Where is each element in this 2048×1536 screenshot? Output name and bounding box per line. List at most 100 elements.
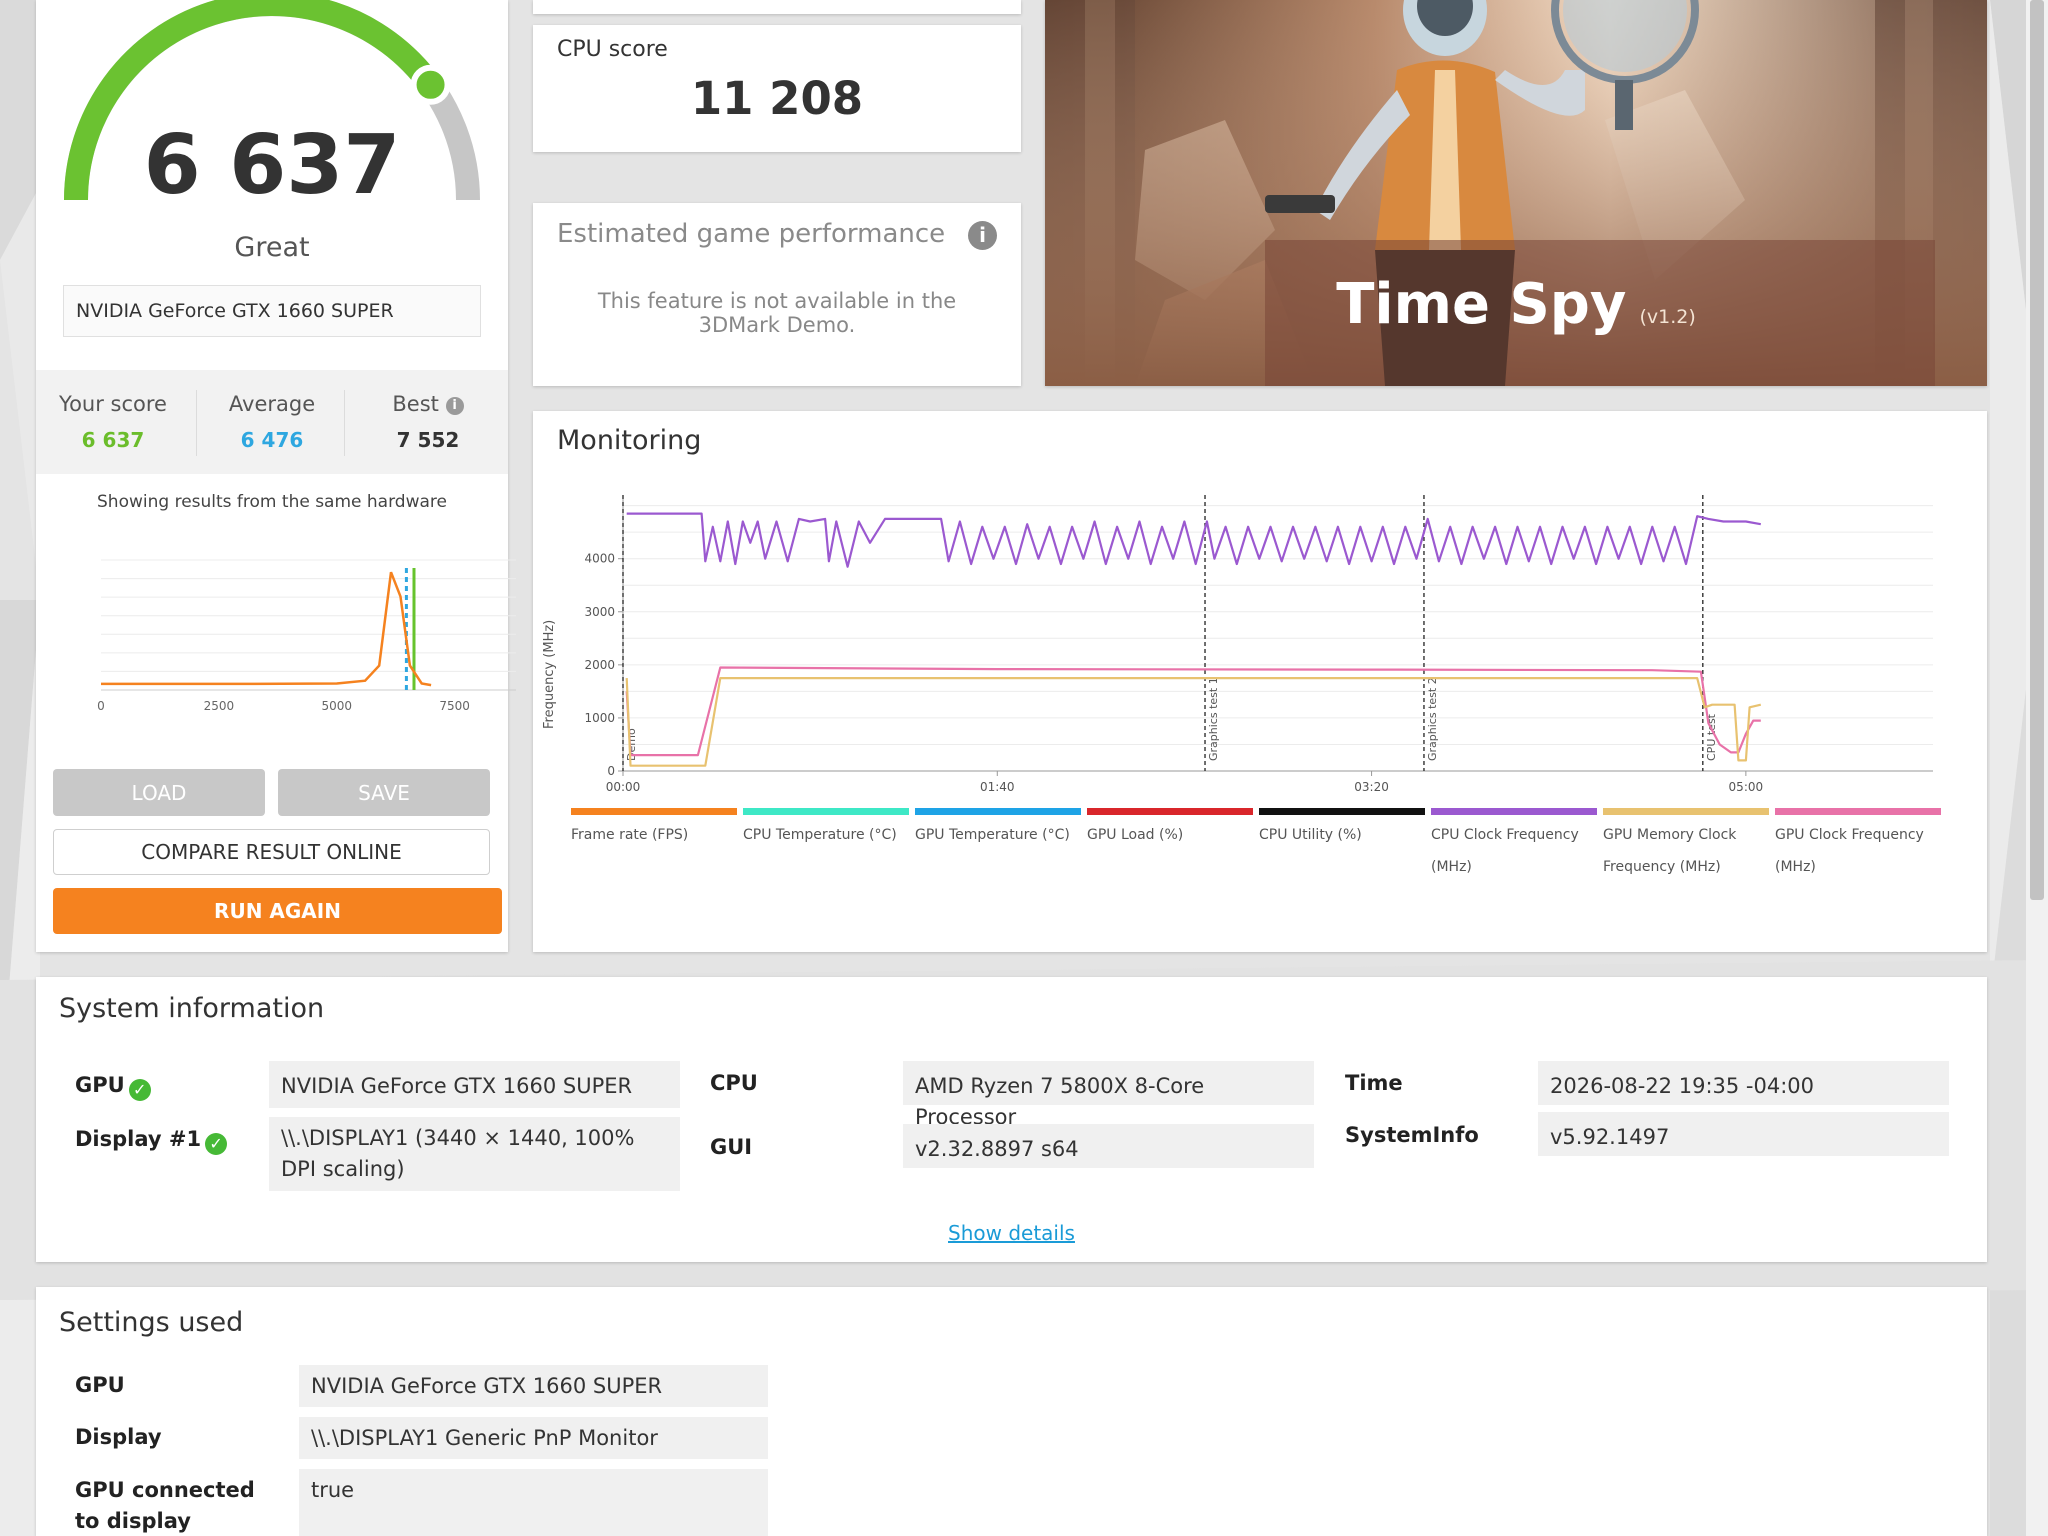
check-icon: ✓	[128, 1079, 151, 1101]
hardware-note: Showing results from the same hardware	[97, 492, 447, 512]
system-information-panel: System information GPU ✓ NVIDIA GeForce G…	[36, 977, 1987, 1262]
section-marker-label: Graphics test 1	[1207, 677, 1220, 761]
cpu-score-label: CPU score	[557, 37, 668, 62]
y-tick-label: 3000	[584, 605, 615, 619]
gauge-marker	[410, 64, 451, 105]
gpu-label-text: GPU	[75, 1073, 125, 1097]
legend-swatch[interactable]	[1775, 808, 1941, 815]
estimated-title: Estimated game performance	[557, 219, 946, 249]
score-panel: 6 637 Great NVIDIA GeForce GTX 1660 SUPE…	[36, 0, 516, 952]
estimated-message: This feature is not available in the 3DM…	[597, 289, 957, 337]
system-info-title: System information	[59, 993, 325, 1024]
estimated-game-performance-panel: Estimated game performance i This featur…	[533, 203, 1021, 386]
settings-display-value: \\.\DISPLAY1 Generic PnP Monitor	[299, 1417, 768, 1459]
cpu-score-value: 11 208	[690, 72, 864, 125]
legend-swatch[interactable]	[571, 808, 737, 815]
x-tick-label: 05:00	[1729, 780, 1764, 794]
x-tick-label: 01:40	[980, 780, 1015, 794]
legend-label[interactable]: GPU Memory Clock Frequency (MHz)	[1603, 819, 1761, 883]
cpu-score-panel: CPU score 11 208	[533, 25, 1021, 152]
legend-swatch[interactable]	[1259, 808, 1425, 815]
monitoring-title: Monitoring	[557, 425, 702, 456]
legend-swatch[interactable]	[1431, 808, 1597, 815]
settings-connected-label: GPU connected to display	[75, 1478, 255, 1533]
save-button[interactable]: SAVE	[278, 769, 490, 816]
info-icon[interactable]: i	[968, 221, 997, 250]
monitoring-legend: Frame rate (FPS) CPU Temperature (°C) GPU …	[571, 808, 1971, 928]
settings-used-panel: Settings used GPU NVIDIA GeForce GTX 166…	[36, 1287, 1987, 1536]
check-icon: ✓	[205, 1133, 228, 1155]
legend-swatch[interactable]	[1087, 808, 1253, 815]
legend-label[interactable]: CPU Utility (%)	[1259, 819, 1417, 851]
x-tick-label: 2500	[204, 699, 235, 713]
sysinfo-gpu-label: GPU ✓	[75, 1073, 151, 1101]
score-value: 6 637	[143, 118, 401, 213]
section-marker-label: Graphics test 2	[1426, 677, 1439, 761]
y-tick-label: 0	[607, 764, 615, 778]
display-label-text: Display #1	[75, 1127, 202, 1151]
score-compare-strip: Your score 6 637 Average 6 476 Best i 7 …	[36, 370, 508, 474]
load-button[interactable]: LOAD	[53, 769, 265, 816]
sysinfo-time-value: 2026-08-22 19:35 -04:00	[1538, 1061, 1949, 1105]
monitoring-chart: 0100020003000400000:00 01:40 03:20 05:00 De…	[584, 495, 1933, 794]
distribution-curve	[101, 571, 432, 687]
sysinfo-time-label: Time	[1345, 1071, 1403, 1095]
settings-title: Settings used	[59, 1307, 244, 1338]
gpu-name-field: NVIDIA GeForce GTX 1660 SUPER	[63, 285, 481, 337]
sysinfo-gpu-value: NVIDIA GeForce GTX 1660 SUPER	[269, 1061, 680, 1108]
y-tick-label: 1000	[584, 711, 615, 725]
monitoring-panel: Monitoring 0 1000 2000 3000 4000 00:00 01:40 03…	[533, 411, 1987, 952]
scrollbar[interactable]	[2026, 0, 2048, 1536]
x-tick-label: 5000	[322, 699, 353, 713]
x-tick-label: 03:20	[1354, 780, 1389, 794]
legend-label[interactable]: CPU Temperature (°C)	[743, 819, 901, 851]
legend-label[interactable]: GPU Clock Frequency (MHz)	[1775, 819, 1933, 883]
score-rating: Great	[234, 232, 310, 263]
hero-version: (v1.2)	[1639, 306, 1696, 328]
sysinfo-gui-value: v2.32.8897 s64	[903, 1124, 1314, 1168]
hero-title: Time Spy	[1336, 272, 1627, 337]
run-again-button[interactable]: RUN AGAIN	[53, 888, 502, 934]
legend-swatch[interactable]	[915, 808, 1081, 815]
legend-swatch[interactable]	[1603, 808, 1769, 815]
best-label: Best	[392, 392, 439, 416]
best-value: 7 552	[396, 428, 460, 452]
legend-label[interactable]: GPU Temperature (°C)	[915, 819, 1073, 851]
hero-title-row: Time Spy (v1.2)	[1045, 272, 1987, 337]
average-label: Average	[228, 392, 316, 416]
x-tick-label: 7500	[439, 699, 470, 713]
x-tick-label: 00:00	[606, 780, 641, 794]
legend-label[interactable]: CPU Clock Frequency (MHz)	[1431, 819, 1589, 883]
monitoring-y-label: Frequency (MHz)	[542, 619, 557, 729]
x-tick-label: 0	[97, 699, 105, 713]
info-icon[interactable]: i	[445, 397, 464, 415]
sysinfo-display-value: \\.\DISPLAY1 (3440 × 1440, 100% DPI scal…	[269, 1117, 680, 1191]
sysinfo-systeminfo-label: SystemInfo	[1345, 1123, 1479, 1147]
previous-panel-edge	[533, 0, 1021, 14]
settings-gpu-value: NVIDIA GeForce GTX 1660 SUPER	[299, 1365, 768, 1407]
sysinfo-gui-label: GUI	[710, 1135, 753, 1159]
legend-label[interactable]: GPU Load (%)	[1087, 819, 1245, 851]
average-value: 6 476	[240, 428, 304, 452]
scrollbar-thumb[interactable]	[2030, 0, 2044, 900]
series-line	[625, 666, 1761, 757]
settings-gpu-label: GPU	[75, 1373, 125, 1397]
best-label-row: Best i	[352, 392, 504, 416]
time-spy-hero: Time Spy (v1.2)	[1045, 0, 1987, 386]
your-score-value: 6 637	[81, 428, 145, 452]
score-distribution-chart: 0 2500 5000 7500	[97, 559, 516, 713]
sysinfo-cpu-value: AMD Ryzen 7 5800X 8-Core Processor	[903, 1061, 1314, 1129]
legend-swatch[interactable]	[743, 808, 909, 815]
y-tick-label: 4000	[584, 552, 615, 566]
show-details-link[interactable]: Show details	[36, 1221, 1987, 1245]
divider	[344, 390, 345, 456]
legend-label[interactable]: Frame rate (FPS)	[571, 819, 729, 851]
compare-result-online-button[interactable]: COMPARE RESULT ONLINE	[53, 829, 490, 875]
y-tick-label: 2000	[584, 658, 615, 672]
settings-connected-value: true	[299, 1469, 768, 1536]
your-score-label: Your score	[59, 392, 167, 416]
sysinfo-systeminfo-value: v5.92.1497	[1538, 1112, 1949, 1156]
sysinfo-cpu-label: CPU	[710, 1071, 758, 1095]
sysinfo-display-label: Display #1 ✓	[75, 1127, 228, 1155]
settings-display-label: Display	[75, 1425, 162, 1449]
